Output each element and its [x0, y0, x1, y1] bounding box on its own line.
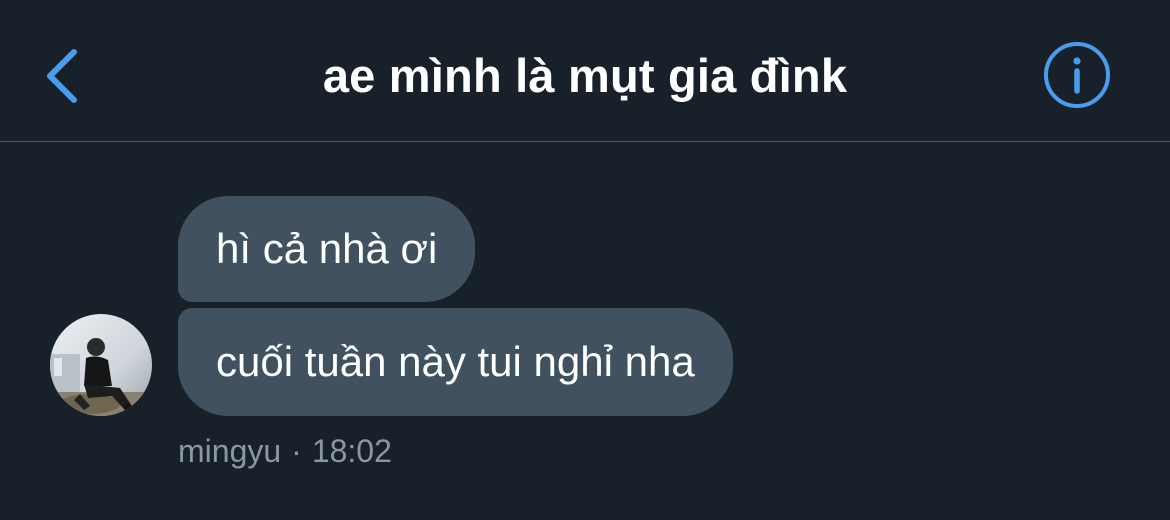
info-icon: [1044, 42, 1110, 108]
message-timestamp: 18:02: [311, 433, 392, 469]
avatar-photo: [50, 314, 152, 416]
meta-separator: ·: [291, 433, 302, 469]
message-text: hì cả nhà ơi: [216, 225, 438, 272]
message-bubble[interactable]: hì cả nhà ơi: [178, 196, 476, 302]
avatar[interactable]: [50, 314, 152, 416]
info-button[interactable]: [1038, 36, 1116, 114]
message-text: cuối tuần này tui nghỉ nha: [216, 338, 695, 385]
chat-header: ae mình là mụt gia đìnk: [0, 0, 1170, 142]
message-meta: mingyu · 18:02: [178, 430, 392, 472]
message-bubble[interactable]: cuối tuần này tui nghỉ nha: [178, 308, 733, 416]
conversation-title: ae mình là mụt gia đìnk: [322, 49, 848, 102]
sender-name: mingyu: [178, 433, 282, 469]
